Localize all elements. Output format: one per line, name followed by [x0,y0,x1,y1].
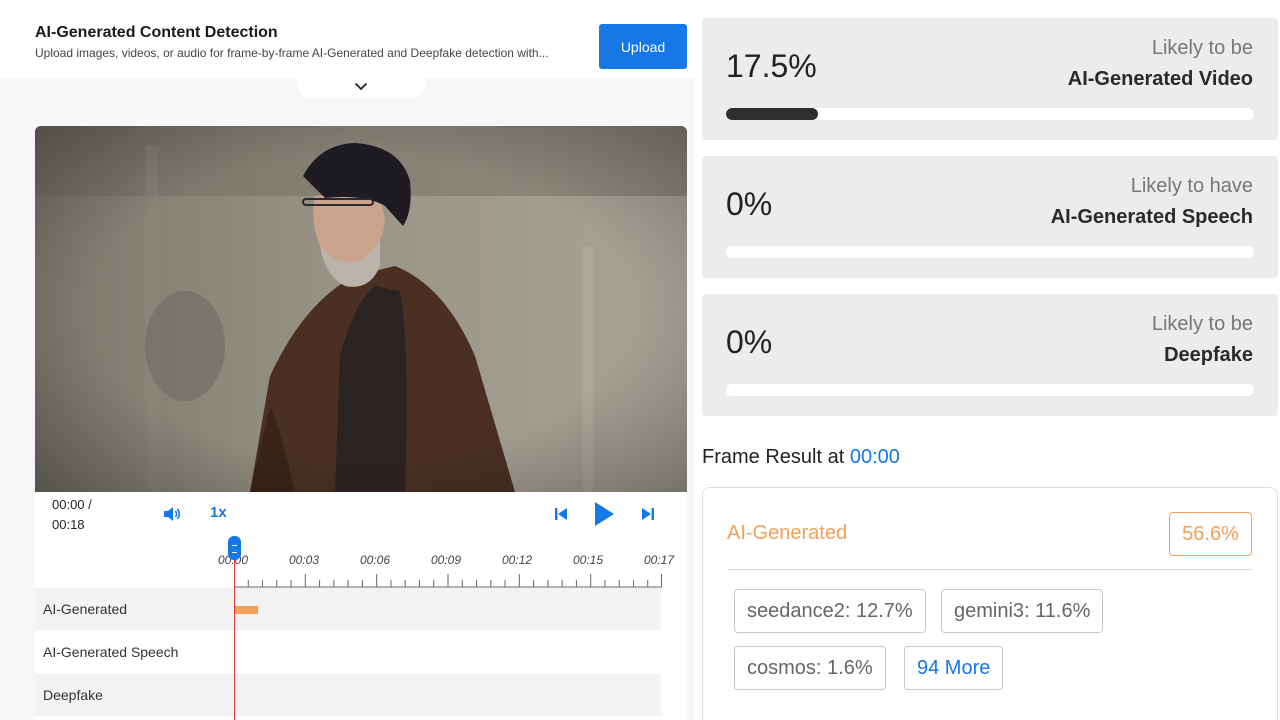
frame-result-prefix: Frame Result at [702,446,845,468]
app-title: AI-Generated Content Detection [35,24,278,41]
volume-icon [164,507,181,521]
track-deepfake: Deepfake [35,674,661,716]
summary-label-line2: Deepfake [1164,344,1253,366]
tick-label: 00:15 [573,553,604,567]
player-controls: 00:00 / 00:18 1x [35,492,687,536]
time-readout: 00:00 / 00:18 [52,495,122,535]
summary-label-line1: Likely to be [1151,313,1253,335]
summary-progress-bar [726,246,1254,258]
track-label: Deepfake [43,687,103,703]
play-button[interactable] [593,501,615,527]
summary-card-deepfake: 0% Likely to be Deepfake [702,294,1278,416]
more-models-button[interactable]: 94 More [904,646,1004,690]
tick-label: 00:06 [360,553,391,567]
video-image [35,126,687,492]
track-label: AI-Generated Speech [43,644,179,660]
tick-label: 00:12 [502,553,533,567]
tick-label: 00:09 [431,553,462,567]
track-ai-generated: AI-Generated [35,588,661,630]
ai-generated-segment[interactable] [234,606,258,614]
summary-percent: 0% [726,186,773,222]
frame-result-card: AI-Generated 56.6% seedance2: 12.7% gemi… [702,487,1278,720]
app-subtitle: Upload images, videos, or audio for fram… [35,46,549,60]
tick-label: 00:03 [289,553,320,567]
summary-progress-bar [726,108,1254,120]
time-ruler[interactable] [234,572,662,588]
model-chip[interactable]: seedance2: 12.7% [734,589,926,633]
speed-button[interactable]: 1x [210,504,227,521]
skip-back-icon [555,508,567,520]
playhead-line [234,550,235,720]
summary-label-line2: AI-Generated Video [1067,68,1253,90]
skip-forward-button[interactable] [640,506,656,522]
current-time: 00:00 / [52,497,92,512]
frame-result-score-badge: 56.6% [1169,512,1252,556]
model-chip[interactable]: gemini3: 11.6% [941,589,1104,633]
frame-result-label: AI-Generated [727,522,848,544]
collapse-toggle[interactable] [297,74,425,98]
track-label: AI-Generated [43,601,128,617]
play-icon [595,502,614,526]
page: AI-Generated Content Detection Upload im… [0,0,1280,720]
timeline: 00:00 00:03 00:06 00:09 00:12 00:15 00:1… [35,536,687,720]
summary-label-line1: Likely to be [1151,37,1253,59]
volume-button[interactable] [162,505,182,523]
upload-button[interactable]: Upload [599,24,687,69]
divider [727,569,1253,570]
chevron-down-icon [354,82,368,90]
summary-label-line2: AI-Generated Speech [1050,206,1253,228]
summary-percent: 0% [726,324,773,360]
summary-label-line1: Likely to have [1130,175,1253,197]
frame-result-timestamp[interactable]: 00:00 [850,446,900,468]
skip-forward-icon [642,508,654,520]
summary-card-ai-speech: 0% Likely to have AI-Generated Speech [702,156,1278,278]
summary-card-ai-video: 17.5% Likely to be AI-Generated Video [702,18,1278,140]
frame-result-heading: Frame Result at 00:00 [702,446,900,469]
playhead-handle[interactable] [228,536,241,560]
skip-back-button[interactable] [553,506,569,522]
tick-label: 00:17 [644,553,675,567]
track-ai-speech: AI-Generated Speech [35,631,661,673]
left-panel: AI-Generated Content Detection Upload im… [0,0,694,720]
model-chip[interactable]: cosmos: 1.6% [734,646,886,690]
duration: 00:18 [52,517,85,532]
app-header: AI-Generated Content Detection Upload im… [0,0,694,78]
summary-progress-fill [726,108,819,120]
video-frame[interactable] [35,126,687,492]
summary-percent: 17.5% [726,48,817,84]
summary-progress-bar [726,384,1254,396]
